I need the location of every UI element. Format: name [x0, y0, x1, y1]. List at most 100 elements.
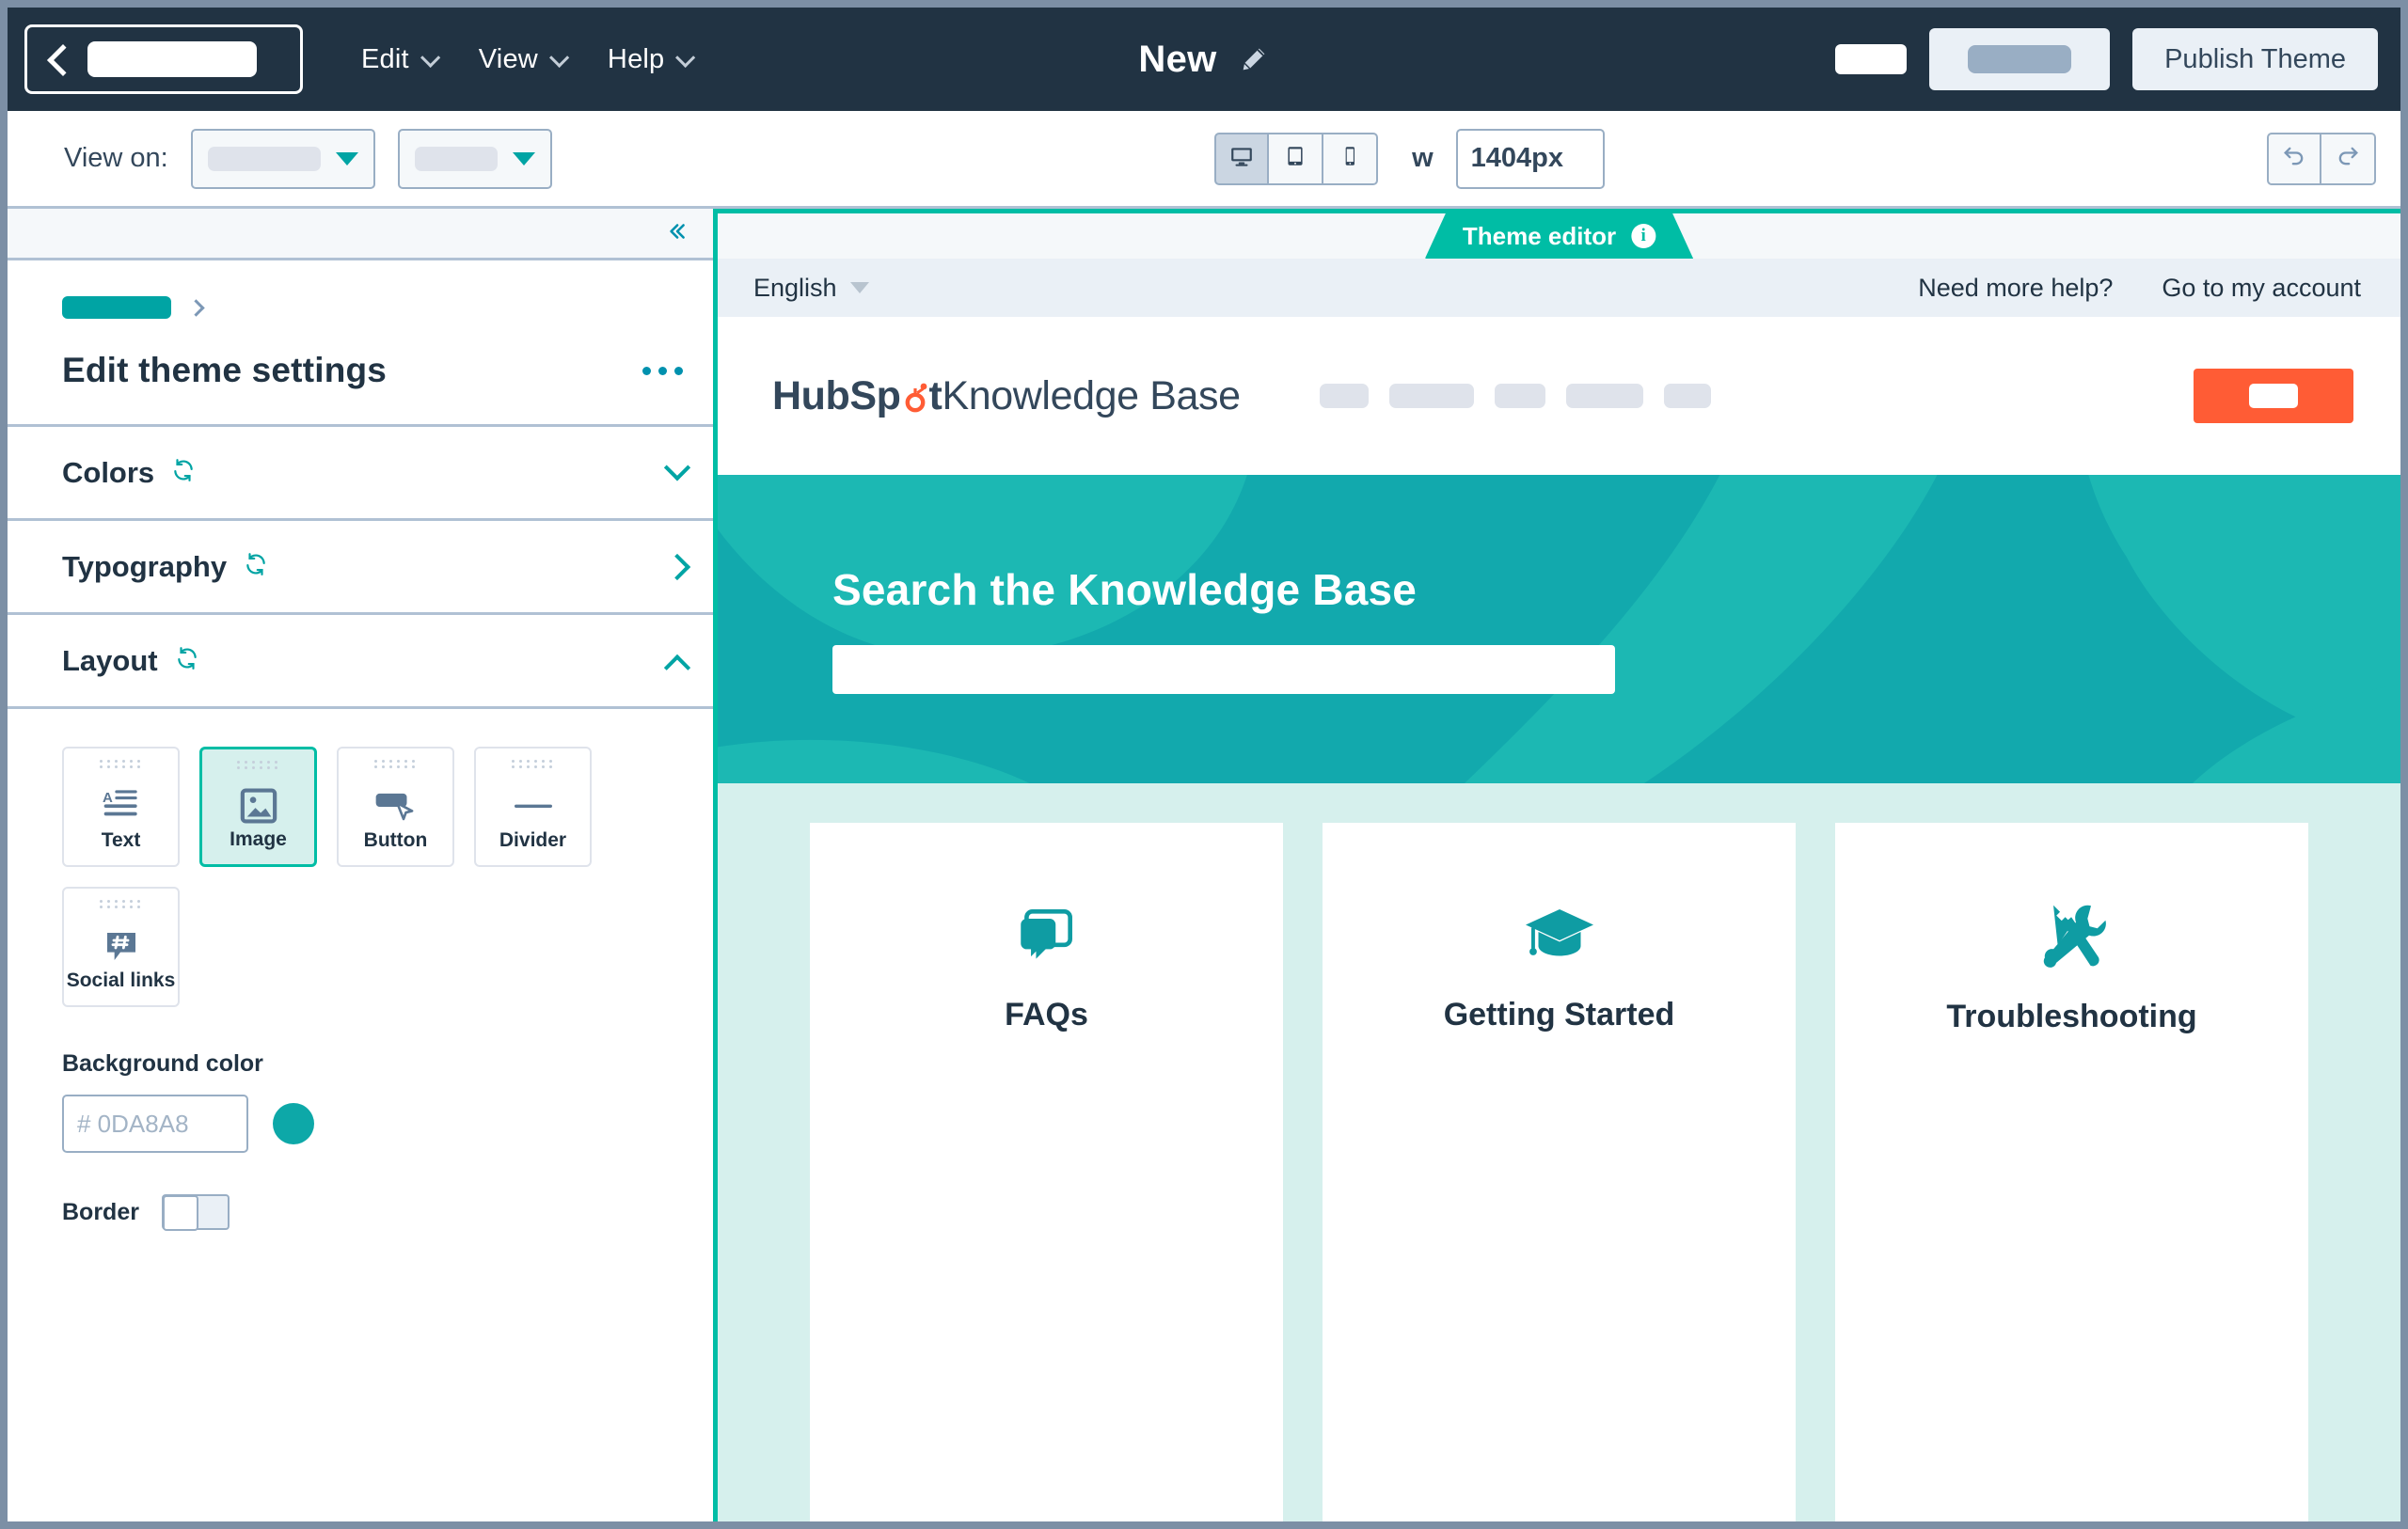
menu-help-label: Help	[607, 43, 665, 74]
module-grid: A Text Image Button Divider Social links	[62, 747, 658, 1007]
chevron-right-icon	[663, 553, 691, 580]
back-button[interactable]	[24, 24, 303, 94]
publish-theme-button[interactable]: Publish Theme	[2132, 28, 2378, 90]
drag-handle-icon[interactable]	[374, 760, 417, 768]
layout-panel-body: A Text Image Button Divider Social links…	[8, 709, 713, 1521]
chevron-up-icon	[663, 654, 691, 681]
border-label: Border	[62, 1198, 139, 1225]
site-logo[interactable]: HubSp t Knowledge Base	[772, 373, 1241, 419]
chevron-right-icon	[187, 298, 205, 317]
button-icon	[374, 781, 418, 829]
kb-card-getting-started[interactable]: Getting Started	[1323, 823, 1796, 1521]
back-button-label-redacted	[87, 41, 257, 77]
template-select-value-redacted	[414, 146, 498, 171]
desktop-icon	[1229, 144, 1254, 173]
device-toggle-group	[1214, 132, 1379, 185]
module-card-button[interactable]: Button	[337, 747, 454, 867]
go-to-my-account-link[interactable]: Go to my account	[2162, 274, 2361, 303]
triangle-down-icon	[849, 282, 869, 293]
menu-view[interactable]: View	[464, 35, 579, 85]
border-toggle-knob	[162, 1195, 198, 1231]
ellipsis-icon[interactable]	[639, 357, 687, 385]
svg-text:A: A	[103, 789, 113, 805]
sidebar-collapse-bar	[8, 209, 713, 260]
module-card-text[interactable]: A Text	[62, 747, 180, 867]
accordion-layout-left: Layout	[62, 644, 199, 678]
accordion-colors[interactable]: Colors	[8, 427, 713, 521]
logo-hubspot-tail: t	[928, 372, 943, 418]
drag-handle-icon[interactable]	[100, 760, 142, 768]
nav-item-redacted[interactable]	[1494, 384, 1545, 408]
menu-bar: Edit View Help	[346, 35, 705, 85]
kb-card-troubleshooting[interactable]: Troubleshooting	[1835, 823, 2308, 1521]
language-selector[interactable]: English	[753, 274, 869, 303]
width-label: w	[1412, 143, 1434, 173]
nav-item-redacted[interactable]	[1388, 384, 1474, 408]
module-card-social-links[interactable]: Social links	[62, 887, 180, 1007]
background-color-label: Background color	[62, 1050, 263, 1077]
nav-item-redacted[interactable]	[1565, 384, 1643, 408]
undo-button[interactable]	[2267, 132, 2321, 185]
menu-edit[interactable]: Edit	[346, 35, 451, 85]
accordion-typography-left: Typography	[62, 550, 268, 584]
width-input[interactable]	[1455, 128, 1605, 189]
module-card-divider[interactable]: Divider	[474, 747, 592, 867]
view-on-label: View on:	[64, 143, 168, 173]
module-card-image-label: Image	[230, 828, 287, 850]
divider-icon	[512, 781, 555, 829]
reset-icon[interactable]	[171, 458, 196, 487]
kb-cards-band: FAQs Getting Started Troubleshooting	[718, 783, 2400, 1521]
info-icon[interactable]: i	[1631, 224, 1656, 248]
chevron-down-icon	[548, 47, 570, 68]
pencil-icon[interactable]	[1238, 43, 1270, 75]
site-cta-button[interactable]	[2194, 369, 2353, 423]
language-label: English	[753, 273, 837, 302]
sidebar-title-row: Edit theme settings	[62, 351, 687, 390]
theme-editor-app: Edit View Help New Publish Theme View on…	[8, 8, 2400, 1521]
device-desktop-button[interactable]	[1214, 132, 1270, 185]
theme-editor-tab[interactable]: Theme editor i	[1425, 213, 1693, 259]
undo-icon	[2281, 143, 2307, 174]
site-preview: English Need more help? Go to my account…	[718, 259, 2400, 1521]
chevron-left-icon	[48, 43, 67, 75]
device-tablet-button[interactable]	[1269, 132, 1324, 185]
menu-help[interactable]: Help	[593, 35, 705, 85]
utility-links: Need more help? Go to my account	[1918, 274, 2361, 303]
redo-button[interactable]	[2321, 132, 2376, 185]
background-color-input[interactable]	[62, 1095, 248, 1153]
site-cta-label-redacted	[2249, 384, 2298, 408]
nav-item-redacted[interactable]	[1663, 384, 1711, 408]
reset-icon[interactable]	[244, 552, 268, 581]
reset-icon[interactable]	[175, 646, 199, 675]
secondary-action-button[interactable]	[1929, 28, 2111, 90]
accordion-typography[interactable]: Typography	[8, 521, 713, 615]
need-more-help-link[interactable]: Need more help?	[1918, 274, 2113, 303]
border-toggle[interactable]	[161, 1194, 230, 1231]
kb-card-faqs[interactable]: FAQs	[810, 823, 1283, 1521]
drag-handle-icon[interactable]	[100, 900, 142, 908]
background-color-swatch[interactable]	[273, 1103, 314, 1144]
nav-item-redacted[interactable]	[1319, 384, 1369, 408]
module-card-image[interactable]: Image	[199, 747, 317, 867]
tablet-icon	[1283, 144, 1307, 173]
breadcrumb-item-redacted[interactable]	[62, 296, 171, 319]
redo-icon	[2335, 143, 2361, 174]
search-input[interactable]	[832, 645, 1615, 694]
accordion-layout[interactable]: Layout	[8, 615, 713, 709]
device-mobile-button[interactable]	[1323, 132, 1379, 185]
text-icon: A	[102, 781, 141, 829]
menu-edit-label: Edit	[361, 43, 409, 74]
double-chevron-left-icon[interactable]	[662, 219, 690, 248]
template-select[interactable]	[397, 128, 552, 189]
drag-handle-icon[interactable]	[512, 760, 554, 768]
logo-secondary-text: Knowledge Base	[942, 372, 1241, 418]
accordion-colors-label: Colors	[62, 455, 155, 489]
drag-handle-icon[interactable]	[237, 761, 279, 769]
page-select[interactable]	[190, 128, 375, 189]
hero-content: Search the Knowledge Base	[832, 564, 1615, 694]
module-card-text-label: Text	[101, 829, 141, 851]
logo-hubspot-text: HubSp	[772, 372, 901, 418]
chevron-down-icon	[663, 453, 691, 481]
site-header: HubSp t Knowledge Base	[718, 317, 2400, 475]
secondary-action-label-redacted	[1968, 45, 2072, 73]
